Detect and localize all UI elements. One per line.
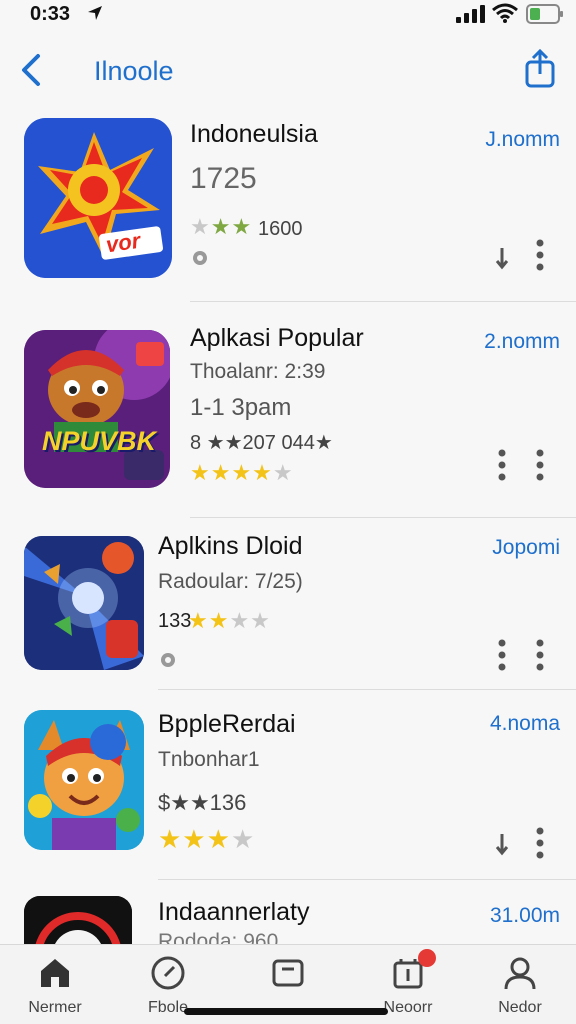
- app-size: J.nomm: [485, 128, 560, 151]
- notification-badge: [418, 949, 436, 967]
- tab-home[interactable]: Nermer: [5, 945, 105, 1024]
- app-icon: vor: [24, 118, 172, 278]
- status-bar: 0:33: [0, 0, 576, 30]
- battery-icon: [526, 4, 563, 24]
- rating-count: 133: [158, 610, 192, 632]
- more-options-icon[interactable]: [496, 448, 508, 482]
- app-icon: [24, 536, 144, 670]
- page-title: Ilnoole: [94, 56, 174, 86]
- share-icon[interactable]: [524, 48, 556, 88]
- app-name: Indaannerlaty: [158, 898, 310, 926]
- app-subtitle: Tnbonhar1: [158, 748, 260, 771]
- back-chevron-icon[interactable]: [18, 52, 44, 88]
- rating-stars: ★★★★★: [190, 460, 294, 485]
- app-name: Aplkins Dloid: [158, 532, 303, 560]
- more-options-icon[interactable]: [534, 638, 546, 672]
- rating-count: 1600: [258, 218, 303, 240]
- more-options-icon[interactable]: [534, 238, 546, 272]
- list-item[interactable]: NPUVBK Aplkasi Popular Thoalanr: 2:39 1-…: [0, 302, 576, 518]
- app-icon-text: vor: [104, 227, 142, 258]
- app-icon: [24, 710, 144, 850]
- list-item[interactable]: BppleRerdai Tnbonhar1 $★★136 ★★★★ 4.noma: [0, 690, 576, 880]
- rating-count: $★★136: [158, 790, 247, 815]
- download-arrow-icon[interactable]: [494, 246, 510, 270]
- status-time: 0:33: [30, 3, 71, 25]
- wifi-icon: [492, 3, 518, 23]
- cellular-signal-icon: [456, 5, 485, 23]
- navigation-bar: Ilnoole: [0, 40, 576, 100]
- location-arrow-icon: [88, 6, 102, 20]
- rating-stars: ★★★★: [158, 824, 256, 854]
- app-icon-text: NPUVBK: [42, 426, 157, 456]
- app-subtitle: Radoular: 7/25): [158, 570, 303, 593]
- tab-profile[interactable]: Nedor: [470, 945, 570, 1024]
- compass-icon: [151, 956, 185, 990]
- rating-count: 8 ★★207 044★: [190, 432, 333, 454]
- location-pin-icon: [161, 653, 175, 667]
- list-item[interactable]: Indaannerlaty Rododa: 960 31.00m: [0, 880, 576, 944]
- rating-stars: ★★★★: [188, 608, 271, 633]
- app-subtitle: Rododa: 960: [158, 930, 279, 944]
- home-icon: [41, 959, 69, 987]
- folder-icon: [272, 959, 304, 987]
- more-options-icon[interactable]: [534, 448, 546, 482]
- location-pin-icon: [193, 251, 207, 265]
- app-name: Aplkasi Popular: [190, 324, 364, 352]
- app-icon: NPUVBK: [24, 330, 170, 488]
- app-name: Indoneulsia: [190, 120, 318, 148]
- download-arrow-icon[interactable]: [494, 832, 510, 856]
- app-size: 31.00m: [489, 904, 560, 927]
- list-item[interactable]: Aplkins Dloid Radoular: 7/25) 133 ★★★★ J…: [0, 518, 576, 690]
- app-subtitle: Thoalanr: 2:39: [190, 360, 326, 383]
- app-name: BppleRerdai: [158, 710, 296, 738]
- tab-label: Nermer: [28, 999, 82, 1016]
- app-size: 2.nomm: [484, 330, 560, 353]
- app-icon: [24, 896, 132, 944]
- app-size: Jopomi: [492, 536, 560, 559]
- app-subtitle-secondary: 1-1 3pam: [190, 394, 292, 421]
- app-subtitle: 1725: [190, 162, 257, 195]
- person-icon: [504, 957, 536, 990]
- home-indicator: [184, 1008, 388, 1015]
- tab-label: Nedor: [498, 999, 542, 1016]
- list-item[interactable]: vor Indoneulsia 1725 ★★★ 1600 J.nomm: [0, 110, 576, 302]
- more-options-icon[interactable]: [496, 638, 508, 672]
- rating-stars: ★★★: [190, 214, 253, 239]
- more-options-icon[interactable]: [534, 826, 546, 860]
- app-size: 4.noma: [489, 712, 560, 735]
